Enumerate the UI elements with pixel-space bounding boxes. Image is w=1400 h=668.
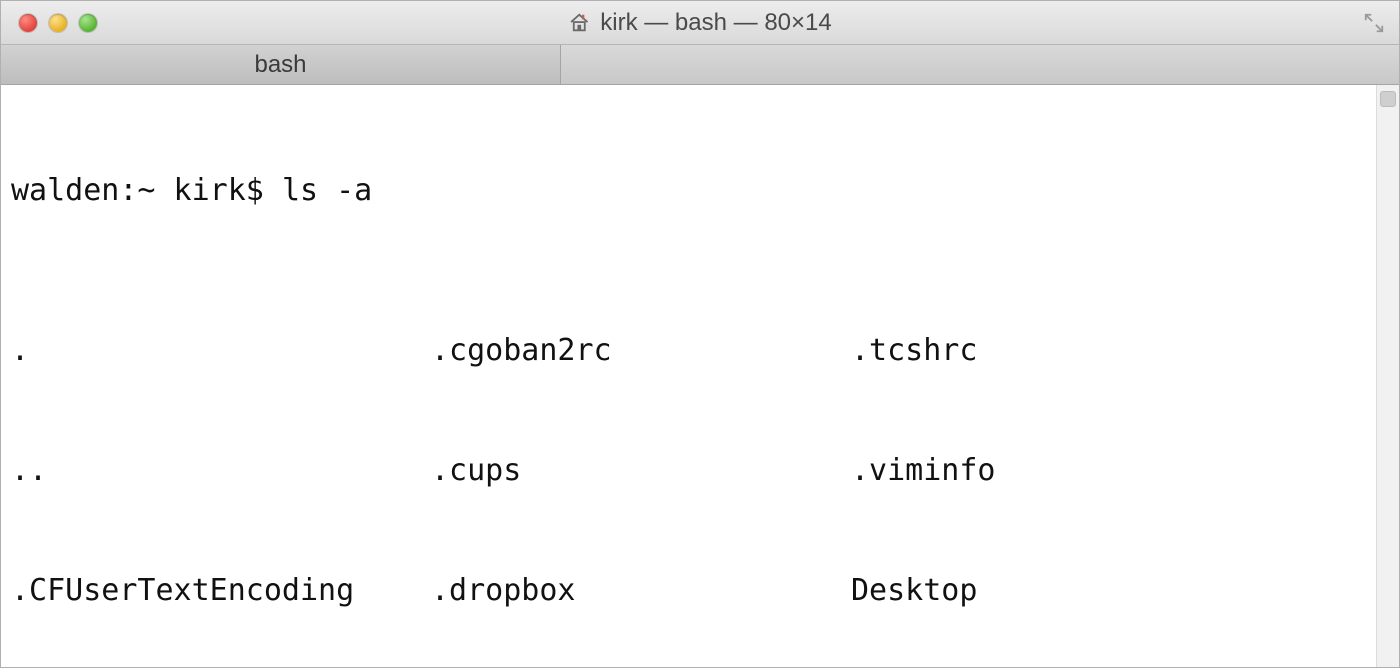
list-row: ...cups.viminfo (11, 451, 1366, 491)
list-item: .cgoban2rc (431, 331, 851, 371)
fullscreen-icon[interactable] (1363, 12, 1385, 34)
tab-bash[interactable]: bash (1, 45, 561, 84)
list-item: .dropbox (431, 571, 851, 611)
scrollbar[interactable] (1376, 85, 1399, 667)
close-button[interactable] (19, 14, 37, 32)
list-item: .CFUserTextEncoding (11, 571, 431, 611)
command-text: ls -a (282, 173, 372, 208)
titlebar: kirk — bash — 80×14 (1, 1, 1399, 45)
window-controls (1, 14, 97, 32)
list-item: .tcshrc (851, 331, 1366, 371)
window-title-text: kirk — bash — 80×14 (600, 9, 831, 37)
scroll-thumb[interactable] (1380, 91, 1396, 107)
prompt-line: walden:~ kirk$ ls -a (11, 171, 1366, 211)
list-item: .. (11, 451, 431, 491)
terminal-window: kirk — bash — 80×14 bash walden:~ kirk$ … (0, 0, 1400, 668)
list-item: . (11, 331, 431, 371)
zoom-button[interactable] (79, 14, 97, 32)
tab-label: bash (254, 51, 306, 79)
home-icon (568, 12, 590, 34)
terminal-output[interactable]: walden:~ kirk$ ls -a ..cgoban2rc.tcshrc … (1, 85, 1376, 667)
list-item: Desktop (851, 571, 1366, 611)
window-title: kirk — bash — 80×14 (568, 9, 831, 37)
list-row: .CFUserTextEncoding.dropboxDesktop (11, 571, 1366, 611)
tab-bar: bash (1, 45, 1399, 85)
prompt: walden:~ kirk$ (11, 173, 264, 208)
minimize-button[interactable] (49, 14, 67, 32)
list-item: .viminfo (851, 451, 1366, 491)
list-row: ..cgoban2rc.tcshrc (11, 331, 1366, 371)
list-item: .cups (431, 451, 851, 491)
terminal-area: walden:~ kirk$ ls -a ..cgoban2rc.tcshrc … (1, 85, 1399, 667)
